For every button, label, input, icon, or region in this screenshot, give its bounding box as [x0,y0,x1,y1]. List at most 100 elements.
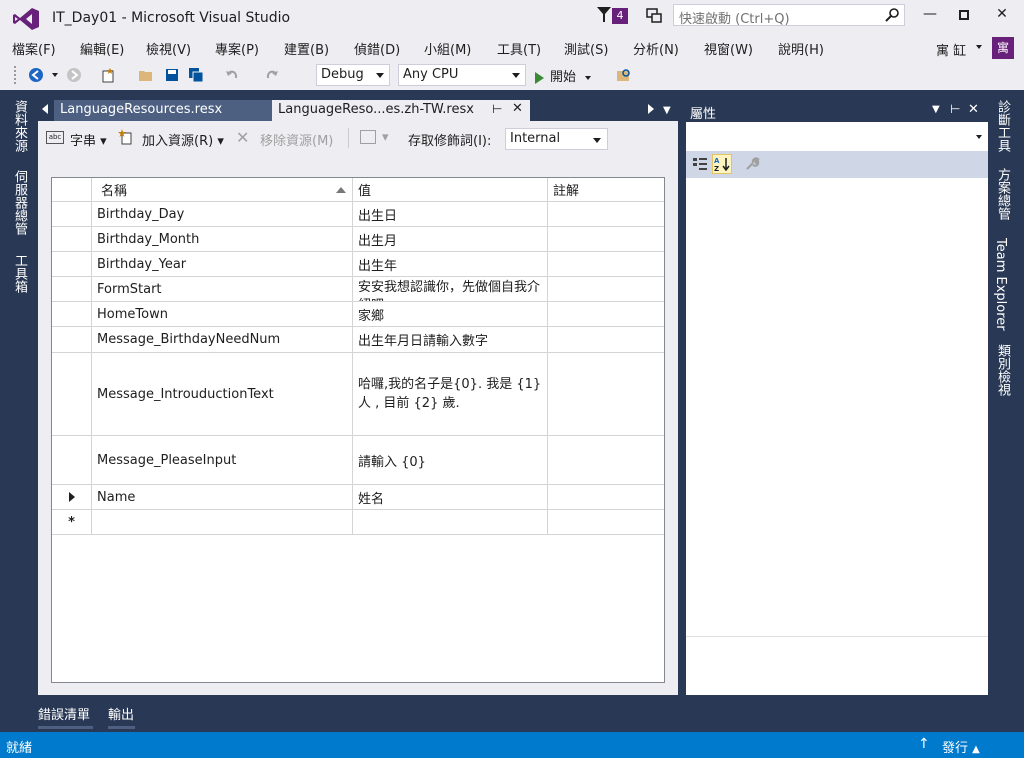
cell-value[interactable]: 出生月 [353,227,548,251]
cell-name[interactable]: HomeTown [92,302,353,326]
left-tab-server-explorer[interactable]: 伺服器總管 [10,170,29,235]
cell-name[interactable]: Birthday_Day [92,202,353,226]
cell-name[interactable]: Message_PleaseInput [92,436,353,484]
table-row-current[interactable]: Name 姓名 [52,485,664,510]
cell-comment[interactable] [548,252,664,276]
menu-file[interactable]: 檔案(F) [12,39,56,58]
close-icon[interactable]: ✕ [968,102,979,117]
row-header[interactable] [52,277,92,301]
column-header-comment[interactable]: 註解 [548,178,664,201]
save-icon[interactable] [164,67,180,83]
row-header[interactable] [52,327,92,352]
feedback-icon[interactable] [645,7,663,25]
save-all-icon[interactable] [188,67,204,83]
cell-comment[interactable] [548,227,664,251]
cell-name[interactable]: Birthday_Year [92,252,353,276]
cell-value[interactable] [353,510,548,534]
toolbar-grip[interactable] [14,66,18,84]
table-row[interactable]: Birthday_Year 出生年 [52,252,664,277]
maximize-button[interactable] [952,6,976,26]
forward-icon[interactable] [66,67,82,83]
cell-value[interactable]: 姓名 [353,485,548,509]
find-in-files-icon[interactable] [616,67,632,83]
right-tab-team-explorer[interactable]: Team Explorer [993,238,1008,331]
left-tab-toolbox[interactable]: 工具箱 [10,254,29,293]
add-resource-button[interactable]: 加入資源(R) ▾ [142,130,224,149]
right-tab-diagnostic-tools[interactable]: 診斷工具 [993,100,1012,152]
publish-button[interactable]: 發行 ▲ [942,737,980,756]
notification-flag-icon[interactable] [596,6,612,24]
back-dropdown-chevron-icon[interactable] [52,73,58,77]
right-tab-class-view[interactable]: 類別檢視 [993,344,1012,396]
table-row[interactable]: Birthday_Day 出生日 [52,202,664,227]
menu-view[interactable]: 檢視(V) [146,39,191,58]
cell-name[interactable]: Birthday_Month [92,227,353,251]
tab-language-resources-zh-tw[interactable]: LanguageReso...es.zh-TW.resx ⊢ ✕ [272,100,530,121]
cell-value[interactable]: 出生年 [353,252,548,276]
row-header[interactable] [52,302,92,326]
cell-value[interactable]: 請輸入 {0} [353,436,548,484]
table-row[interactable]: Message_BirthdayNeedNum 出生年月日請輸入數字 [52,327,664,353]
open-folder-icon[interactable] [138,67,154,83]
cell-comment[interactable] [548,353,664,435]
undo-icon[interactable] [224,67,240,83]
close-tab-icon[interactable]: ✕ [512,101,523,116]
view-icon[interactable] [360,130,376,144]
cell-comment[interactable] [548,327,664,352]
scroll-tabs-right-icon[interactable] [648,104,654,114]
cell-name[interactable]: Message_IntrouductionText [92,353,353,435]
minimize-button[interactable]: — [918,6,942,26]
new-row[interactable]: * [52,510,664,535]
property-pages-wrench-icon[interactable] [744,156,760,172]
strings-dropdown[interactable]: 字串 ▾ [70,130,107,149]
properties-dropdown-icon[interactable]: ▼ [932,104,940,115]
start-dropdown-chevron-icon[interactable] [585,75,592,80]
alphabetical-button[interactable]: AZ [712,154,732,174]
left-tab-data-sources[interactable]: 資料來源 [10,100,29,152]
cell-comment[interactable] [548,202,664,226]
close-button[interactable]: ✕ [990,6,1014,26]
cell-name[interactable]: Message_BirthdayNeedNum [92,327,353,352]
cell-value[interactable]: 出生年月日請輸入數字 [353,327,548,352]
row-header[interactable] [52,436,92,484]
right-tab-solution-explorer[interactable]: 方案總管 [993,168,1012,220]
menu-edit[interactable]: 編輯(E) [80,39,124,58]
row-header[interactable] [52,227,92,251]
view-dropdown-chevron-icon[interactable]: ▾ [382,130,389,145]
back-icon[interactable] [28,67,44,83]
cell-name[interactable]: FormStart [92,277,353,301]
menu-test[interactable]: 測試(S) [564,39,608,58]
menu-debug[interactable]: 偵錯(D) [354,39,400,58]
menu-build[interactable]: 建置(B) [284,39,329,58]
new-project-icon[interactable] [100,67,116,83]
menu-project[interactable]: 專案(P) [215,39,259,58]
tab-output[interactable]: 輸出 [108,704,134,723]
menu-help[interactable]: 說明(H) [778,39,824,58]
user-name[interactable]: 寓 缸 [936,40,966,59]
table-row[interactable]: FormStart 安安我想認識你，先做個自我介紹吧 [52,277,664,302]
quick-launch-input[interactable]: 快速啟動 (Ctrl+Q) [673,4,905,27]
cell-comment[interactable] [548,277,664,301]
cell-comment[interactable] [548,302,664,326]
menu-analyze[interactable]: 分析(N) [633,39,679,58]
cell-comment[interactable] [548,485,664,509]
tab-error-list[interactable]: 錯誤清單 [38,704,90,723]
start-debugging-button[interactable]: 開始 [535,66,592,86]
user-menu-chevron-icon[interactable] [976,45,982,49]
scroll-tabs-left-icon[interactable] [42,104,48,114]
table-row[interactable]: HomeTown 家鄉 [52,302,664,327]
remove-resource-button[interactable]: 移除資源(M) [260,130,333,149]
redo-icon[interactable] [264,67,280,83]
table-row[interactable]: Birthday_Month 出生月 [52,227,664,252]
row-header[interactable] [52,353,92,435]
tab-list-dropdown-icon[interactable]: ▼ [663,106,673,116]
row-header[interactable] [52,202,92,226]
cell-comment[interactable] [548,436,664,484]
cell-name[interactable]: Name [92,485,353,509]
row-header[interactable] [52,485,92,509]
pin-icon[interactable]: ⊢ [950,102,960,116]
cell-value[interactable]: 哈囉,我的名子是{0}. 我是 {1} 人 , 目前 {2} 歲. [353,353,548,435]
notification-count-badge[interactable]: 4 [612,8,628,24]
solution-platform-select[interactable]: Any CPU [398,64,526,86]
cell-value[interactable]: 出生日 [353,202,548,226]
